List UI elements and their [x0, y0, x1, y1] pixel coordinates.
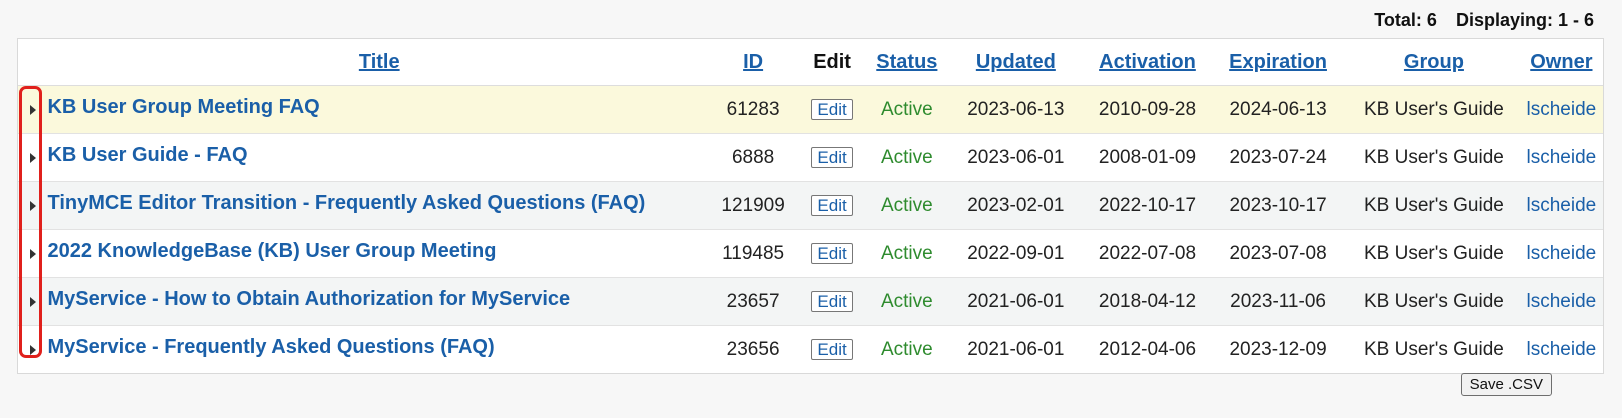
status-value: Active: [868, 133, 945, 182]
column-header-activation[interactable]: Activation: [1086, 39, 1209, 86]
activation-date: 2022-07-08: [1086, 229, 1209, 278]
caret-right-icon[interactable]: [29, 152, 36, 163]
owner-link[interactable]: lscheide: [1519, 85, 1603, 134]
updated-date: 2023-06-01: [944, 133, 1087, 182]
edit-cell: Edit: [795, 181, 869, 230]
column-header-title[interactable]: Title: [47, 39, 711, 86]
edit-cell: Edit: [795, 133, 869, 182]
table-row: KB User Group Meeting FAQ 61283 Edit Act…: [18, 85, 1603, 134]
expiration-date: 2023-07-24: [1208, 133, 1349, 182]
column-header-id[interactable]: ID: [710, 39, 796, 86]
displaying-range: Displaying: 1 - 6: [1455, 10, 1594, 30]
results-summary: Total: 6 Displaying: 1 - 6: [1374, 10, 1594, 31]
column-header-group[interactable]: Group: [1348, 39, 1520, 86]
document-title-link[interactable]: TinyMCE Editor Transition - Frequently A…: [47, 181, 711, 230]
updated-date: 2023-02-01: [944, 181, 1087, 230]
group-name: KB User's Guide: [1348, 85, 1520, 134]
edit-cell: Edit: [795, 85, 869, 134]
expiration-date: 2024-06-13: [1208, 85, 1349, 134]
expiration-date: 2023-10-17: [1208, 181, 1349, 230]
document-id: 6888: [710, 133, 796, 182]
caret-right-icon[interactable]: [29, 248, 36, 259]
updated-date: 2021-06-01: [944, 277, 1087, 326]
column-header-edit: Edit: [795, 39, 869, 86]
table-row: MyService - Frequently Asked Questions (…: [18, 326, 1603, 374]
owner-link[interactable]: lscheide: [1519, 229, 1603, 278]
document-id: 23656: [726, 338, 780, 360]
expand-toggle[interactable]: [18, 85, 48, 134]
edit-cell: Edit: [795, 326, 869, 374]
expand-toggle[interactable]: [18, 181, 48, 230]
owner-link[interactable]: lscheide: [1520, 326, 1603, 374]
group-name: KB User's Guide: [1363, 338, 1504, 360]
owner-link[interactable]: lscheide: [1519, 277, 1603, 326]
caret-right-icon[interactable]: [29, 344, 36, 355]
updated-date: 2023-06-13: [944, 85, 1087, 134]
column-header-owner[interactable]: Owner: [1519, 39, 1603, 86]
group-name: KB User's Guide: [1348, 277, 1520, 326]
table-header-row: Title ID Edit Status Updated Activation …: [18, 39, 1603, 86]
document-title-link[interactable]: MyService - Frequently Asked Questions (…: [47, 326, 710, 374]
document-title-link[interactable]: KB User Group Meeting FAQ: [47, 85, 711, 134]
total-count: Total: 6: [1374, 10, 1437, 30]
owner-link[interactable]: lscheide: [1519, 181, 1603, 230]
column-header-status[interactable]: Status: [868, 39, 945, 86]
table-row: MyService - How to Obtain Authorization …: [18, 277, 1603, 326]
edit-button[interactable]: Edit: [811, 146, 853, 168]
expand-header: [18, 39, 48, 86]
expand-toggle[interactable]: [18, 229, 48, 278]
document-id: 119485: [710, 229, 796, 278]
table-row: 2022 KnowledgeBase (KB) User Group Meeti…: [18, 229, 1603, 278]
edit-cell: Edit: [795, 229, 869, 278]
owner-link[interactable]: lscheide: [1519, 133, 1603, 182]
expiration-date: 2023-07-08: [1208, 229, 1349, 278]
edit-cell: Edit: [795, 277, 869, 326]
table-row: KB User Guide - FAQ 6888 Edit Active 202…: [18, 133, 1603, 182]
activation-date: 2022-10-17: [1086, 181, 1209, 230]
column-header-updated[interactable]: Updated: [944, 39, 1087, 86]
save-csv-button[interactable]: Save .CSV: [1460, 373, 1552, 396]
caret-right-icon[interactable]: [29, 296, 36, 307]
expiration-date: 2023-11-06: [1208, 277, 1349, 326]
document-title-link[interactable]: 2022 KnowledgeBase (KB) User Group Meeti…: [47, 229, 711, 278]
status-value: Active: [868, 277, 945, 326]
table-row: TinyMCE Editor Transition - Frequently A…: [18, 181, 1603, 230]
document-id: 61283: [710, 85, 796, 134]
caret-right-icon[interactable]: [29, 104, 36, 115]
edit-button[interactable]: Edit: [811, 242, 853, 264]
status-value: Active: [868, 181, 945, 230]
group-name: KB User's Guide: [1348, 181, 1520, 230]
edit-button[interactable]: Edit: [811, 290, 853, 312]
column-header-expiration[interactable]: Expiration: [1208, 39, 1349, 86]
expiration-date: 2023-12-09: [1229, 338, 1327, 360]
status-value: Active: [868, 85, 945, 134]
expand-toggle[interactable]: [18, 133, 48, 182]
activation-date: 2012-04-06: [1098, 338, 1197, 360]
updated-date: 2021-06-01: [967, 338, 1065, 360]
edit-button[interactable]: Edit: [811, 338, 853, 360]
caret-right-icon[interactable]: [29, 200, 36, 211]
status-value: Active: [868, 229, 945, 278]
expand-toggle[interactable]: [18, 326, 47, 374]
document-id: 23657: [710, 277, 796, 326]
document-title-link[interactable]: MyService - How to Obtain Authorization …: [47, 277, 711, 326]
activation-date: 2018-04-12: [1086, 277, 1209, 326]
updated-date: 2022-09-01: [944, 229, 1087, 278]
activation-date: 2008-01-09: [1086, 133, 1209, 182]
expand-toggle[interactable]: [18, 277, 48, 326]
status-value: Active: [880, 338, 933, 360]
document-id: 121909: [710, 181, 796, 230]
edit-button[interactable]: Edit: [811, 194, 853, 216]
kb-documents-table: Title ID Edit Status Updated Activation …: [17, 38, 1604, 374]
group-name: KB User's Guide: [1348, 133, 1520, 182]
edit-button[interactable]: Edit: [811, 98, 853, 120]
group-name: KB User's Guide: [1348, 229, 1520, 278]
activation-date: 2010-09-28: [1086, 85, 1209, 134]
document-title-link[interactable]: KB User Guide - FAQ: [47, 133, 711, 182]
